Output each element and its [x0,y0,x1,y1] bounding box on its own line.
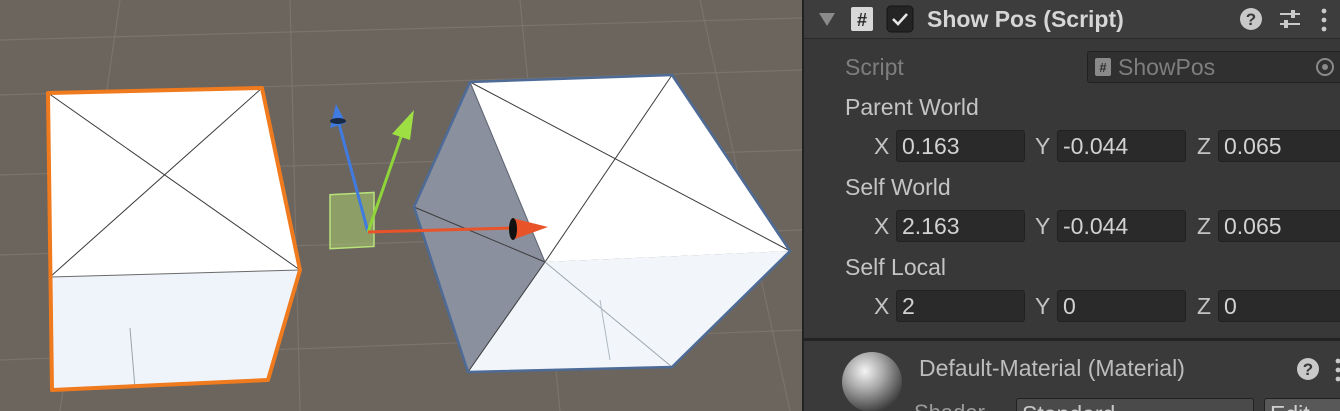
script-label: Script [845,54,904,80]
self-local-y-label[interactable]: Y [1035,290,1050,322]
material-help-icon[interactable]: ? [1296,357,1320,381]
cube[interactable] [412,73,792,374]
svg-text:#: # [1099,60,1107,75]
shader-edit-button[interactable]: Edit [1264,398,1340,411]
gizmo-y-axis[interactable] [366,133,404,233]
selected-cube[interactable] [46,86,302,392]
parent-world-label: Parent World [845,94,979,120]
checkbox-icon[interactable] [886,5,914,33]
material-kebab-icon[interactable] [1334,358,1340,382]
script-file-icon: # [1095,58,1111,76]
svg-text:?: ? [1246,10,1256,29]
self-world-x-field[interactable]: 2.163 [896,210,1025,242]
self-local-z-label[interactable]: Z [1197,290,1211,322]
parent-world-y-field[interactable]: -0.044 [1057,130,1186,162]
self-world-z-field[interactable]: 0.065 [1218,210,1340,242]
self-local-y-field[interactable]: 0 [1057,290,1186,322]
gizmo-plane-handle[interactable] [329,191,375,250]
object-picker-icon[interactable] [1314,56,1336,78]
material-title: Default-Material (Material) [919,355,1185,381]
kebab-menu-icon[interactable] [1320,8,1328,32]
scene-canvas[interactable] [0,0,802,411]
inspector-panel: # Show Pos (Script) ? Script ShowPos # P… [802,0,1340,411]
material-preview-sphere [842,352,902,411]
scene-view[interactable] [0,0,802,411]
shader-label: Shader [914,400,985,411]
parent-world-x-field[interactable]: 0.163 [896,130,1025,162]
gizmo-z-cone-base [330,118,346,124]
svg-text:#: # [857,10,867,30]
self-world-y-label[interactable]: Y [1035,210,1050,242]
parent-world-x-label[interactable]: X [874,130,889,162]
self-world-z-label[interactable]: Z [1197,210,1211,242]
gizmo-x-cone-base [509,218,517,240]
script-hash-icon: # [851,7,873,31]
self-local-label: Self Local [845,254,947,280]
gizmo-y-arrow-icon[interactable] [392,110,414,140]
shader-dropdown[interactable]: Standard [1016,398,1254,411]
script-value: ShowPos [1118,54,1216,80]
self-world-x-label[interactable]: X [874,210,889,242]
component-header[interactable]: # Show Pos (Script) ? [804,0,1340,39]
component-title: Show Pos (Script) [927,6,1124,32]
svg-text:?: ? [1303,360,1313,379]
self-world-label: Self World [845,174,951,200]
foldout-arrow-icon[interactable] [818,11,836,27]
parent-world-z-label[interactable]: Z [1197,130,1211,162]
parent-world-y-label[interactable]: Y [1035,130,1050,162]
self-world-y-field[interactable]: -0.044 [1057,210,1186,242]
self-local-x-label[interactable]: X [874,290,889,322]
self-local-x-field[interactable]: 2 [896,290,1025,322]
parent-world-z-field[interactable]: 0.065 [1218,130,1340,162]
self-local-z-field[interactable]: 0 [1218,290,1340,322]
gizmo-z-arrow-icon[interactable] [330,104,346,128]
settings-sliders-icon[interactable] [1278,8,1302,30]
help-icon[interactable]: ? [1239,7,1263,31]
script-field[interactable]: ShowPos [1087,51,1340,83]
